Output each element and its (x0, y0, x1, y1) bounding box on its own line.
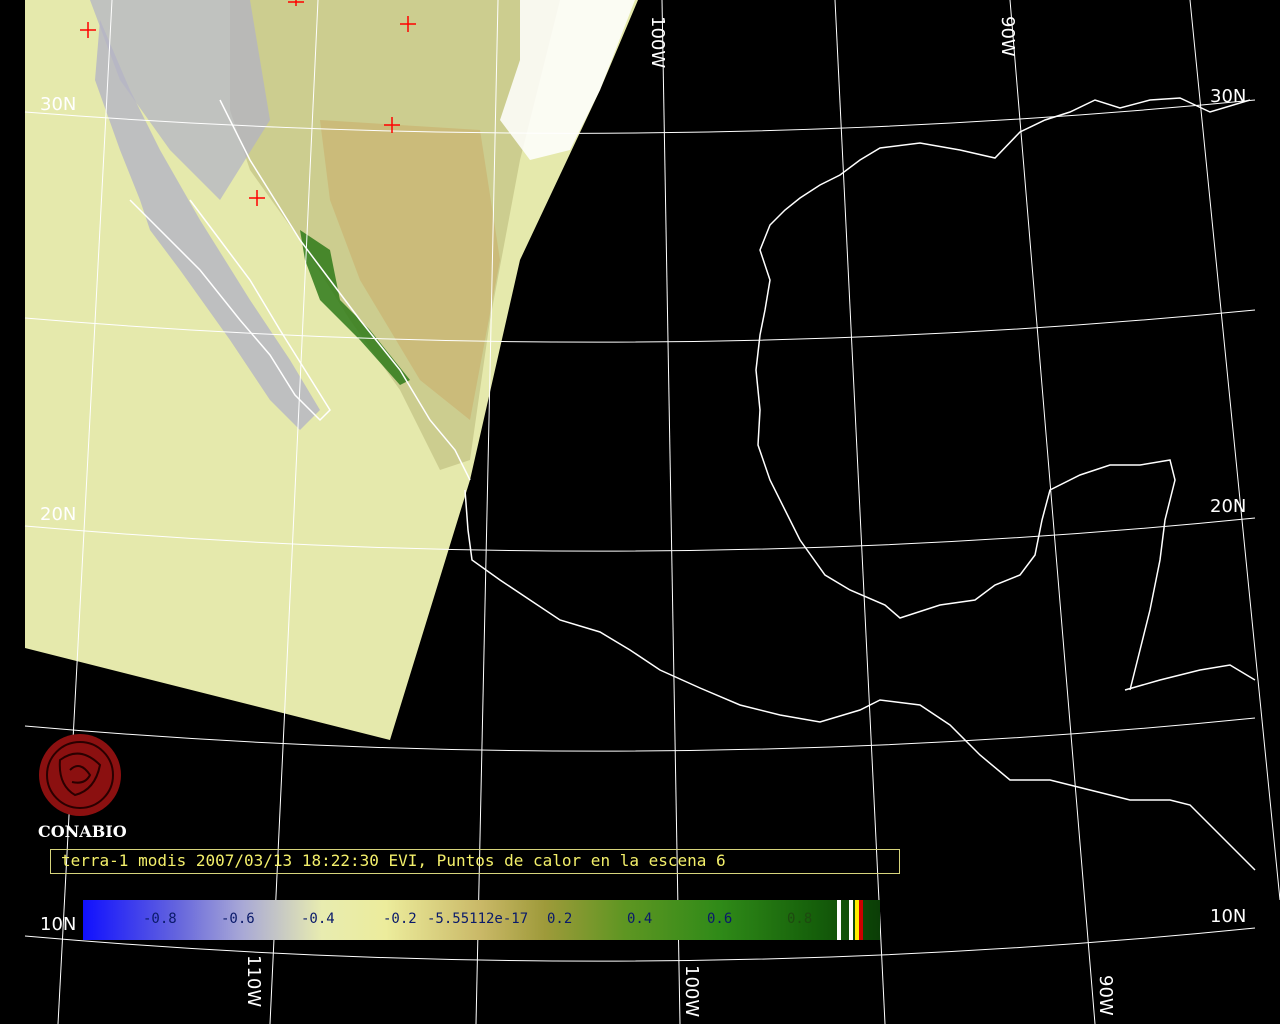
label-10n-right: 10N (1210, 906, 1246, 927)
gulf-coast-north (755, 97, 1251, 691)
meridian-90w (1009, 0, 1096, 1024)
colorbar: -0.8 -0.6 -0.4 -0.2 -5.55112e-17 0.2 0.4… (83, 900, 880, 940)
pacific-coast (464, 489, 1256, 871)
colorbar-tick: -0.8 (143, 911, 177, 927)
colorbar-tick: 0.4 (627, 911, 653, 927)
colorbar-tick: 0.6 (707, 911, 733, 927)
colorbar-marker-white (837, 900, 841, 940)
label-90w-bottom: 90W (1095, 975, 1116, 1016)
label-10n-left: 10N (40, 914, 76, 935)
label-30n-right: 30N (1210, 86, 1246, 107)
colorbar-tick: 0.8 (787, 911, 813, 927)
colorbar-tick: -0.4 (301, 911, 335, 927)
colorbar-tick: -0.2 (383, 911, 417, 927)
caption-box: terra-1 modis 2007/03/13 18:22:30 EVI, P… (50, 849, 900, 874)
label-100w-top: 100W (647, 16, 668, 68)
satellite-swath (25, 0, 638, 740)
caribbean-coast (1124, 664, 1256, 691)
label-20n-right: 20N (1210, 496, 1246, 517)
label-110w-bottom: 110W (243, 955, 264, 1007)
cloud-area (500, 0, 635, 160)
conabio-seal-icon (39, 734, 121, 816)
colorbar-tick: -0.6 (221, 911, 255, 927)
meridian-85w (1189, 0, 1280, 901)
colorbar-marker-red (859, 900, 863, 940)
conabio-logo-text: CONABIO (38, 822, 127, 841)
colorbar-marker-white (849, 900, 853, 940)
label-30n-left: 30N (40, 94, 76, 115)
colorbar-tick: 0.2 (547, 911, 573, 927)
label-90w-top: 90W (997, 16, 1018, 57)
label-100w-bottom: 100W (681, 965, 702, 1017)
label-20n-left: 20N (40, 504, 76, 525)
colorbar-tick: -5.55112e-17 (427, 911, 529, 927)
caption-text: terra-1 modis 2007/03/13 18:22:30 EVI, P… (61, 851, 726, 870)
